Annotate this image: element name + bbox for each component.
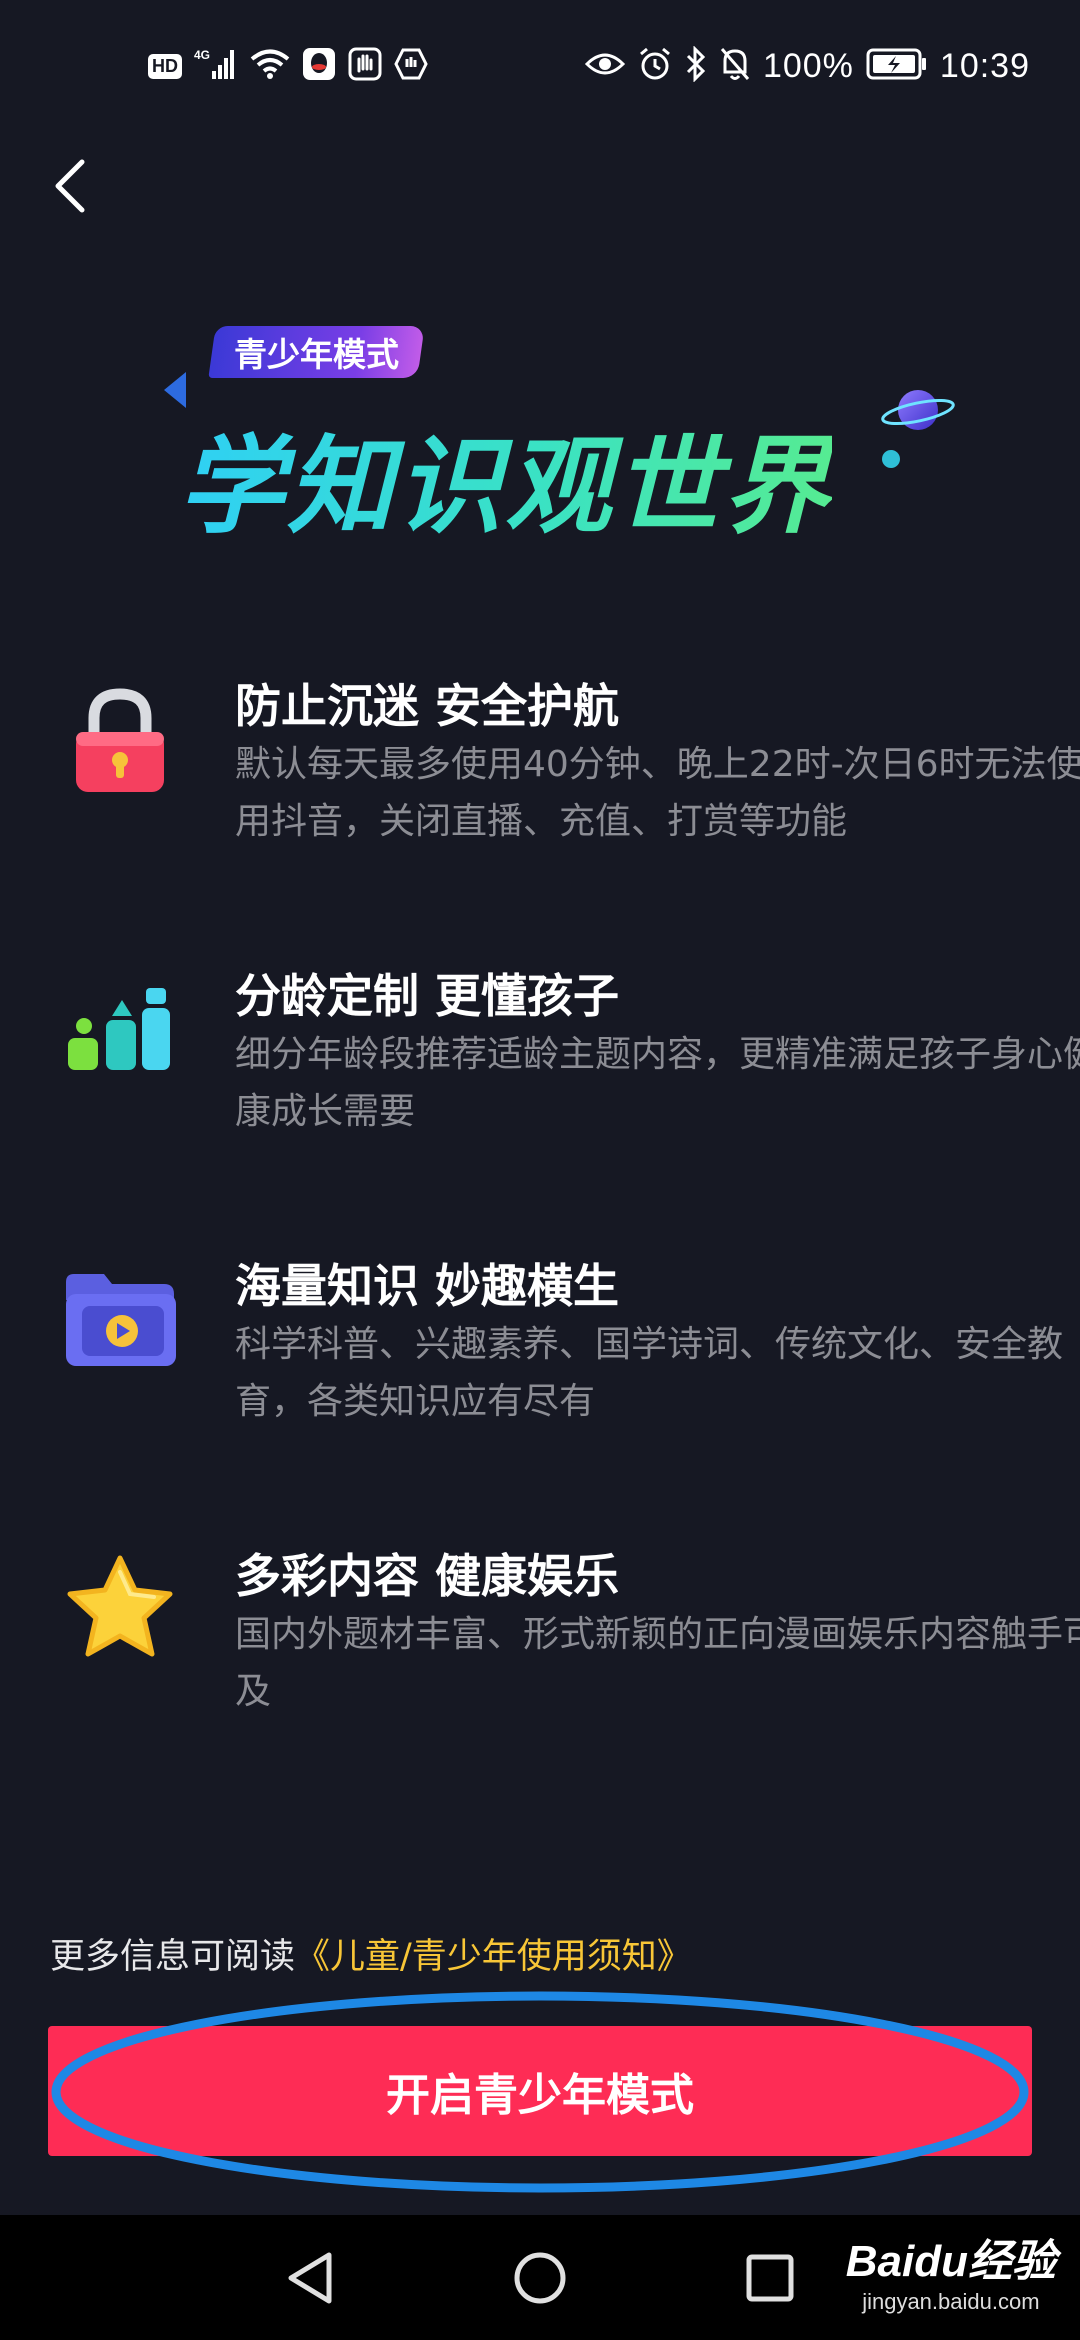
feature-title: 海量知识 妙趣横生 bbox=[235, 1259, 620, 1313]
feature-title: 多彩内容 健康娱乐 bbox=[235, 1549, 620, 1603]
feature-desc: 细分年龄段推荐适龄主题内容，更精准满足孩子身心健康成长需要 bbox=[235, 1034, 1080, 1132]
hd-badge: HD bbox=[148, 53, 182, 79]
video-folder-icon bbox=[60, 1260, 180, 1380]
baidu-watermark: Baidu经验 jingyan.baidu.com bbox=[846, 2225, 1056, 2315]
feature-item-entertainment: 多彩内容 健康娱乐 国内外题材丰富、形式新颖的正向漫画娱乐内容触手可及 bbox=[60, 1540, 1080, 1720]
status-left: HD 4G bbox=[148, 46, 428, 86]
teen-mode-tag: 青少年模式 bbox=[208, 326, 425, 378]
shield-icon bbox=[394, 47, 428, 85]
watermark-url: jingyan.baidu.com bbox=[862, 2289, 1040, 2314]
notice-prefix: 更多信息可阅读 bbox=[50, 1937, 296, 1977]
chevron-left-icon bbox=[50, 156, 90, 220]
status-right: 100% 10:39 bbox=[584, 45, 1030, 86]
feature-item-anti-addiction: 防止沉迷 安全护航 默认每天最多使用40分钟、晚上22时-次日6时无法使用抖音，… bbox=[60, 670, 1080, 850]
nav-back-button[interactable] bbox=[275, 2245, 345, 2315]
nav-home-button[interactable] bbox=[505, 2245, 575, 2315]
feature-desc: 科学科普、兴趣素养、国学诗词、传统文化、安全教育，各类知识应有尽有 bbox=[235, 1324, 1064, 1422]
enable-teen-mode-button[interactable]: 开启青少年模式 bbox=[48, 2026, 1032, 2156]
back-button[interactable] bbox=[40, 150, 100, 225]
feature-desc: 默认每天最多使用40分钟、晚上22时-次日6时无法使用抖音，关闭直播、充值、打赏… bbox=[235, 744, 1080, 842]
qq-icon bbox=[302, 47, 336, 85]
nav-home-icon bbox=[512, 2250, 568, 2310]
bluetooth-icon bbox=[685, 45, 707, 86]
feature-item-age-custom: 分龄定制 更懂孩子 细分年龄段推荐适龄主题内容，更精准满足孩子身心健康成长需要 bbox=[60, 960, 1080, 1140]
lock-icon bbox=[60, 680, 180, 800]
eye-icon bbox=[584, 49, 626, 83]
wifi-icon bbox=[250, 48, 290, 84]
bell-off-icon bbox=[719, 46, 751, 86]
bar-chart-icon bbox=[60, 970, 180, 1090]
planet-icon bbox=[881, 390, 955, 430]
feature-item-knowledge: 海量知识 妙趣横生 科学科普、兴趣素养、国学诗词、传统文化、安全教育，各类知识应… bbox=[60, 1250, 1063, 1430]
signal-icon: 4G bbox=[194, 47, 238, 85]
watermark-logo: Baidu经验 bbox=[845, 2237, 1056, 2286]
battery-percent: 100% bbox=[762, 46, 854, 85]
alarm-icon bbox=[637, 46, 673, 86]
nav-back-icon bbox=[285, 2251, 335, 2309]
system-nav-bar: Baidu经验 jingyan.baidu.com bbox=[0, 2215, 1080, 2340]
feature-title: 防止沉迷 安全护航 bbox=[235, 679, 620, 733]
feature-desc: 国内外题材丰富、形式新颖的正向漫画娱乐内容触手可及 bbox=[235, 1614, 1080, 1712]
notice-text: 更多信息可阅读《儿童/青少年使用须知》 bbox=[50, 1928, 692, 1979]
guidelines-link[interactable]: 《儿童/青少年使用须知》 bbox=[295, 1937, 692, 1977]
hero-title: 学知识观世界 bbox=[178, 400, 832, 554]
clock: 10:39 bbox=[939, 46, 1030, 85]
feature-title: 分龄定制 更懂孩子 bbox=[235, 969, 620, 1023]
nav-recents-icon bbox=[745, 2253, 795, 2307]
teen-mode-tag-label: 青少年模式 bbox=[234, 335, 399, 374]
status-bar: HD 4G 100% 10:39 bbox=[0, 0, 1080, 130]
star-icon bbox=[60, 1550, 180, 1670]
nav-recents-button[interactable] bbox=[735, 2245, 805, 2315]
hero-banner: 青少年模式 学知识观世界 bbox=[160, 320, 980, 548]
dot-icon bbox=[882, 450, 900, 468]
battery-icon bbox=[866, 48, 928, 84]
cta-area: 开启青少年模式 bbox=[40, 1980, 1040, 2200]
network-label: 4G bbox=[194, 48, 210, 62]
hand-icon bbox=[348, 47, 382, 85]
